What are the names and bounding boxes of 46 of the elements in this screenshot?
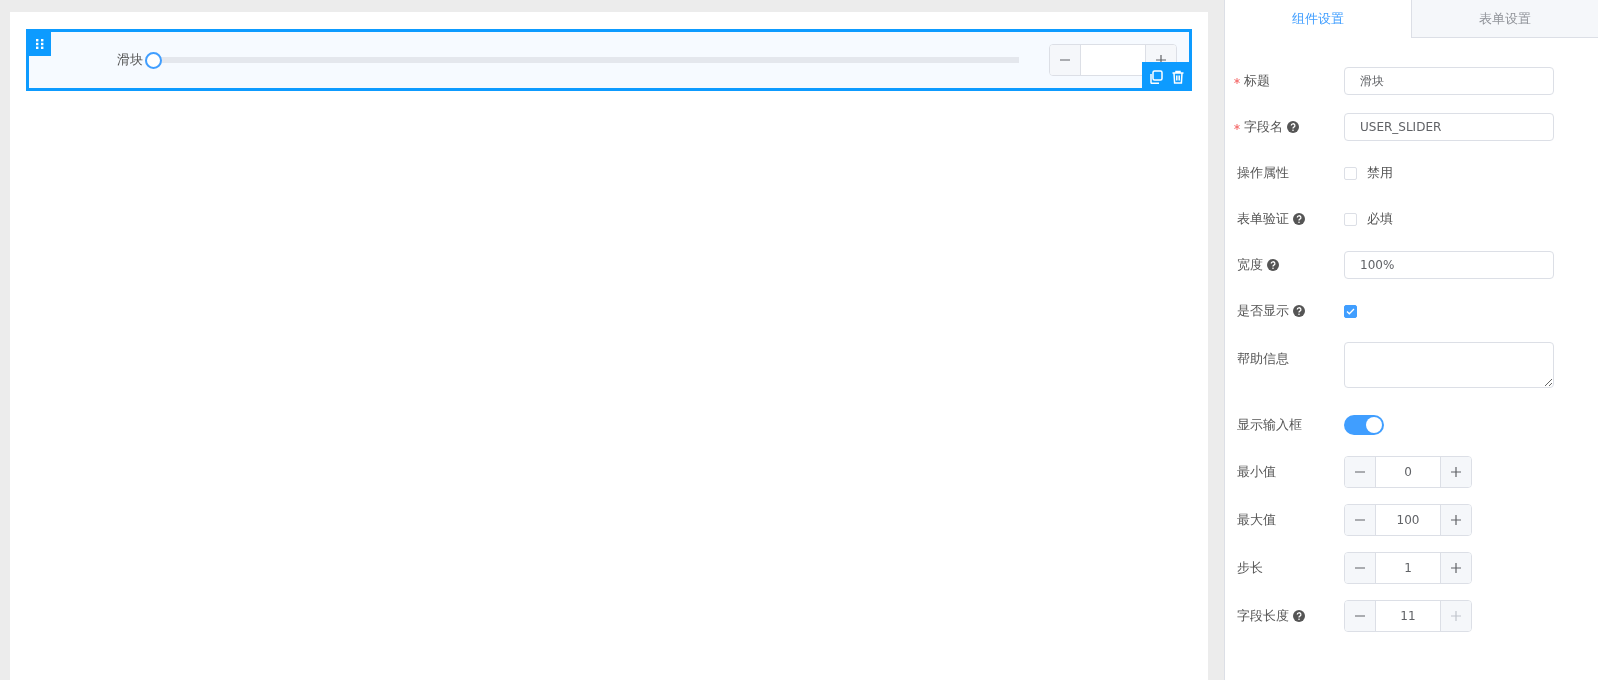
drag-icon [36,39,44,49]
check-icon [1346,307,1355,315]
plus-icon [1450,610,1462,622]
decrease-button[interactable] [1345,553,1376,583]
field-label: 最小值 [1237,463,1276,481]
decrease-button[interactable] [1345,601,1376,631]
delete-button[interactable] [1170,69,1185,84]
field-label: 帮助信息 [1237,350,1289,368]
trash-icon [1170,69,1185,84]
checkbox-label: 必填 [1367,210,1393,228]
number-stepper[interactable]: 100 [1344,504,1472,536]
checkbox-label: 禁用 [1367,164,1393,182]
drag-handle[interactable] [29,32,51,56]
field-label: 宽度 [1237,256,1263,274]
field-label: 滑块 [117,51,143,69]
text-input[interactable]: 100% [1344,251,1554,279]
field-label: 是否显示 [1237,302,1289,320]
number-stepper[interactable]: 1 [1344,552,1472,584]
text-input[interactable]: 滑块 [1344,67,1554,95]
decrease-button[interactable] [1345,505,1376,535]
decrease-button[interactable] [1345,457,1376,487]
plus-icon [1450,562,1462,574]
number-stepper[interactable]: 11 [1344,600,1472,632]
number-stepper[interactable]: 0 [1344,456,1472,488]
plus-icon [1450,514,1462,526]
field-label: 步长 [1237,559,1263,577]
field-label: 显示输入框 [1237,416,1302,434]
toggle-switch[interactable] [1344,415,1384,435]
text-input[interactable]: USER_SLIDER [1344,113,1554,141]
slider-thumb[interactable] [145,51,162,69]
decrease-button[interactable] [1050,45,1081,75]
increase-button[interactable] [1440,457,1471,487]
copy-icon [1149,69,1164,84]
increase-button[interactable] [1440,553,1471,583]
checkbox[interactable] [1344,304,1357,318]
field-label: 操作属性 [1237,164,1289,182]
field-label: 字段名 [1244,118,1283,136]
field-label: 字段长度 [1237,607,1289,625]
increase-button[interactable] [1440,505,1471,535]
plus-icon [1450,466,1462,478]
text-area[interactable] [1344,342,1554,388]
field-label: 标题 [1244,72,1270,90]
copy-button[interactable] [1149,69,1164,84]
slider-widget[interactable]: 滑块 [26,29,1192,91]
field-label: 最大值 [1237,511,1276,529]
field-label: 表单验证 [1237,210,1289,228]
